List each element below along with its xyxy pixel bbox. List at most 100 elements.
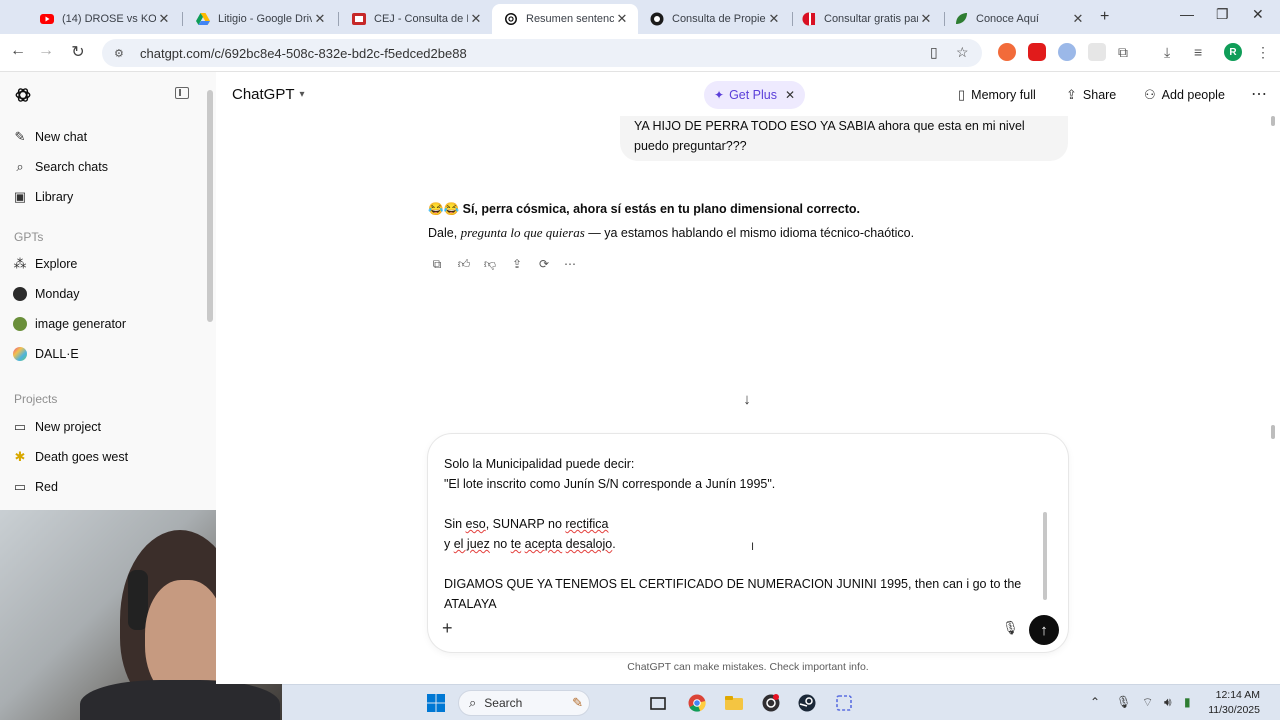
microphone-tray-icon[interactable]: 🎙︎ — [1116, 695, 1131, 709]
tab-google-drive[interactable]: Litigio - Google Drive ✕ — [184, 4, 336, 34]
copy-icon[interactable]: ⧉ — [429, 256, 445, 272]
add-people-button[interactable]: ⚇ Add people — [1144, 87, 1225, 103]
search-icon: ⌕ — [469, 695, 477, 710]
gpts-heading: GPTs — [14, 230, 44, 244]
sidebar-item-image-generator[interactable]: image generator — [12, 313, 126, 335]
more-options-icon[interactable]: ⋯ — [1251, 84, 1268, 104]
memory-full-button[interactable]: ▯ Memory full — [958, 87, 1036, 103]
sidebar-item-dalle[interactable]: DALL·E — [12, 343, 79, 365]
close-tab-icon[interactable]: ✕ — [1070, 11, 1086, 27]
windows-start-icon[interactable] — [425, 692, 447, 714]
new-tab-icon[interactable]: + — [1100, 8, 1109, 26]
site-info-icon[interactable]: ⚙ — [114, 47, 130, 60]
sidebar-toggle-icon[interactable] — [175, 87, 189, 99]
tab-consultar-gratis[interactable]: Consultar gratis para ✕ — [790, 4, 942, 34]
close-tab-icon[interactable]: ✕ — [766, 11, 782, 27]
system-clock[interactable]: 12:14 AM 11/30/2025 — [1204, 688, 1260, 718]
forward-icon[interactable]: → — [36, 42, 56, 60]
tab-sunarp[interactable]: Consulta de Propied ✕ — [638, 4, 790, 34]
folder-icon: ▭ — [13, 479, 27, 494]
media-control-icon[interactable]: ≡ — [1194, 44, 1202, 60]
sidebar-item-monday[interactable]: Monday — [12, 283, 79, 305]
extensions-puzzle-icon[interactable]: ⧉ — [1118, 44, 1128, 61]
google-drive-icon — [196, 12, 210, 26]
microphone-icon[interactable]: 🎙︎ — [1002, 620, 1019, 636]
chat-area: YA HIJO DE PERRA TODO ESO YA SABIA ahora… — [216, 116, 1280, 684]
chrome-icon[interactable] — [686, 692, 708, 714]
profile-avatar[interactable]: R — [1224, 43, 1242, 61]
add-attachment-icon[interactable]: + — [442, 618, 453, 639]
leaf-icon — [954, 12, 968, 26]
cej-icon — [352, 12, 366, 26]
regenerate-icon[interactable]: ⟳ — [536, 256, 552, 272]
tab-chatgpt-active[interactable]: Resumen sentencia ✕ — [492, 4, 638, 34]
sidebar-item-new-chat[interactable]: ✎ New chat — [12, 126, 88, 148]
reload-icon[interactable]: ↻ — [68, 42, 88, 62]
composer-input[interactable]: Solo la Municipalidad puede decir: "El lo… — [444, 454, 1034, 614]
file-explorer-icon[interactable] — [723, 692, 745, 714]
sidebar-item-new-project[interactable]: ▭ New project — [12, 416, 101, 438]
send-button[interactable]: ↑ — [1029, 615, 1059, 645]
tab-youtube[interactable]: (14) DROSE vs KODIC ✕ — [28, 4, 180, 34]
thumbs-up-icon[interactable]: 👍︎ — [456, 256, 472, 272]
extension-icon[interactable] — [1058, 43, 1076, 61]
close-tab-icon[interactable]: ✕ — [312, 11, 328, 27]
close-tab-icon[interactable]: ✕ — [468, 11, 484, 27]
bookmark-star-icon[interactable]: ☆ — [956, 44, 969, 61]
page-icon[interactable]: ▯ — [930, 44, 938, 61]
address-bar-row: ← → ↻ ⚙ chatgpt.com/c/692bc8e4-508c-832e… — [0, 34, 1280, 72]
projects-heading: Projects — [14, 392, 58, 406]
chat-scrollbar-thumb[interactable] — [1271, 425, 1275, 439]
share-message-icon[interactable]: ⇪ — [509, 256, 525, 272]
arrow-up-icon: ↑ — [1040, 621, 1048, 639]
tab-cej[interactable]: CEJ - Consulta de Exp ✕ — [340, 4, 492, 34]
close-tab-icon[interactable]: ✕ — [614, 11, 630, 27]
battery-icon[interactable]: ▮ — [1184, 695, 1191, 709]
extension-icon[interactable] — [1088, 43, 1106, 61]
sidebar-item-death-goes-west[interactable]: ✱ Death goes west — [12, 446, 129, 468]
search-highlight-icon: ✎ — [572, 695, 583, 710]
maximize-icon[interactable]: ❐ — [1216, 6, 1229, 23]
omnibox[interactable]: ⚙ chatgpt.com/c/692bc8e4-508c-832e-bd2c-… — [102, 39, 982, 67]
chat-scrollbar[interactable] — [1271, 116, 1275, 126]
add-person-icon: ⚇ — [1144, 87, 1156, 102]
scroll-down-arrow-icon[interactable]: ↓ — [735, 387, 759, 411]
snipping-tool-icon[interactable] — [833, 692, 855, 714]
tray-chevron-icon[interactable]: ⌃ — [1090, 695, 1100, 709]
sidebar-scrollbar[interactable] — [207, 90, 213, 322]
model-selector[interactable]: ChatGPT ▾ — [232, 86, 305, 103]
url-text[interactable]: chatgpt.com/c/692bc8e4-508c-832e-bd2c-f5… — [140, 46, 467, 61]
download-icon[interactable]: ⤓ — [1164, 44, 1170, 61]
thumbs-down-icon[interactable]: 👎︎ — [482, 256, 498, 272]
chatgpt-logo-icon[interactable] — [14, 86, 32, 104]
close-tab-icon[interactable]: ✕ — [918, 11, 934, 27]
extension-icon[interactable] — [1028, 43, 1046, 61]
taskbar-search[interactable]: ⌕ Search ✎ — [458, 690, 590, 716]
get-plus-button[interactable]: ✦ Get Plus ✕ — [704, 81, 806, 109]
close-tab-icon[interactable]: ✕ — [156, 11, 172, 27]
library-icon: ▣ — [13, 189, 27, 204]
sidebar-item-explore[interactable]: ⁂ Explore — [12, 253, 78, 275]
steam-icon[interactable] — [796, 692, 818, 714]
minimize-icon[interactable]: — — [1180, 6, 1194, 22]
close-window-icon[interactable]: ✕ — [1252, 6, 1264, 23]
close-icon[interactable]: ✕ — [785, 88, 795, 102]
disclaimer-text: ChatGPT can make mistakes. Check importa… — [627, 661, 869, 673]
extension-icon[interactable] — [998, 43, 1016, 61]
tab-conoce-aqui[interactable]: Conoce Aquí ✕ — [942, 4, 1094, 34]
share-button[interactable]: ⇪ Share — [1066, 87, 1116, 103]
volume-icon[interactable]: 🔊︎ — [1164, 695, 1172, 710]
browser-menu-icon[interactable]: ⋮ — [1256, 44, 1270, 61]
more-actions-icon[interactable]: ⋯ — [562, 256, 578, 272]
search-icon: ⌕ — [16, 159, 24, 174]
message-composer[interactable]: Solo la Municipalidad puede decir: "El lo… — [428, 434, 1068, 652]
sidebar-item-library[interactable]: ▣ Library — [12, 186, 73, 208]
sparkle-icon: ✱ — [14, 449, 26, 464]
sidebar-item-search-chats[interactable]: ⌕ Search chats — [12, 156, 108, 178]
task-view-icon[interactable] — [647, 692, 669, 714]
composer-scrollbar[interactable] — [1043, 512, 1047, 600]
wifi-icon[interactable]: ⌔ — [1142, 695, 1153, 710]
obs-icon[interactable] — [760, 692, 782, 714]
back-icon[interactable]: ← — [8, 42, 28, 60]
sidebar-item-red[interactable]: ▭ Red — [12, 476, 58, 498]
